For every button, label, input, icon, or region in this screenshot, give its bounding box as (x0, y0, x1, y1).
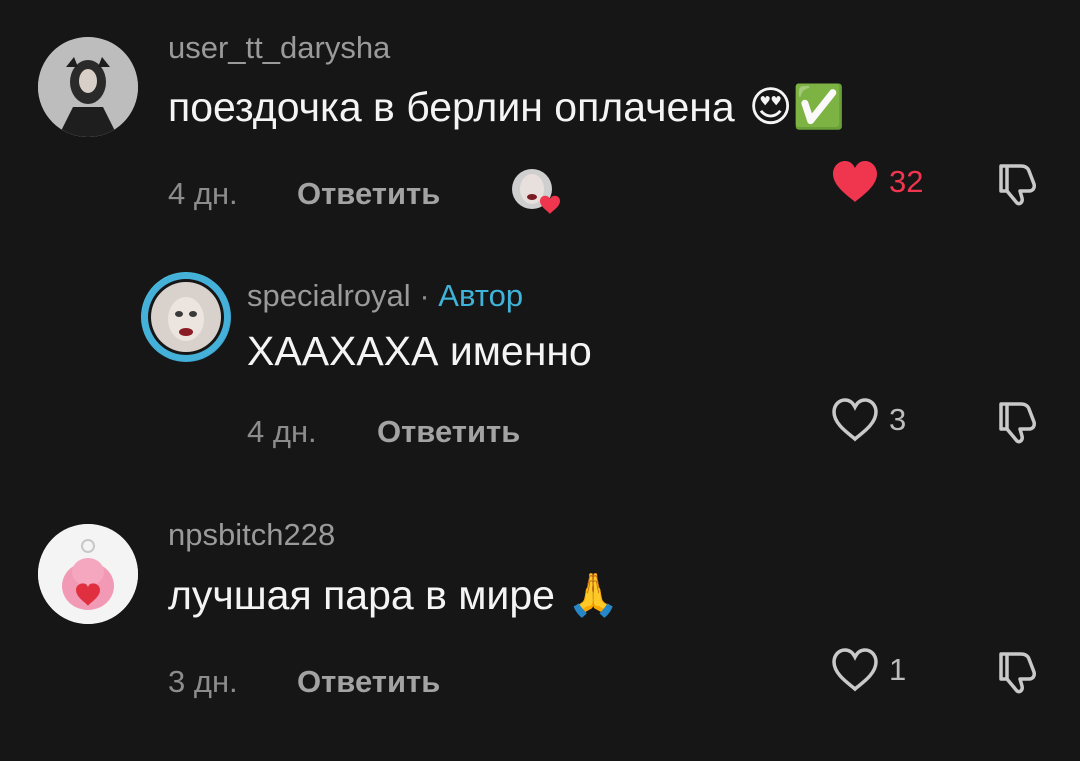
comment-time: 3 дн. (168, 664, 238, 699)
avatar-image (142, 273, 230, 361)
like-button[interactable]: 3 (831, 398, 906, 442)
comment-text: лучшая пара в мире 🙏 (168, 571, 619, 620)
reply-button[interactable]: Ответить (297, 176, 440, 212)
like-button[interactable]: 32 (831, 160, 923, 204)
author-badge: Автор (438, 278, 524, 313)
username-separator: · (410, 278, 439, 313)
avatar[interactable] (141, 272, 231, 362)
dislike-button[interactable] (993, 398, 1041, 451)
heart-outline-icon (832, 398, 878, 442)
comment-time: 4 дн. (247, 414, 317, 449)
avatar-image (38, 524, 138, 624)
comment-text-body: лучшая пара в мире (168, 572, 555, 618)
comment-username-line: specialroyal · Автор (247, 278, 523, 314)
comment-text-body: ХААХАХА именно (247, 328, 592, 374)
emoji-heart-eyes-check: 😍✅ (748, 83, 845, 130)
avatar[interactable] (38, 37, 138, 137)
reply-button[interactable]: Ответить (377, 414, 520, 450)
like-count: 1 (889, 652, 907, 687)
heart-filled-icon (833, 161, 877, 202)
avatar[interactable] (38, 524, 138, 624)
thumbs-down-icon (999, 652, 1036, 694)
comment-username[interactable]: npsbitch228 (168, 517, 335, 553)
emoji-folded-hands: 🙏 (566, 571, 620, 618)
liked-by-creator-badge (510, 167, 562, 215)
like-button[interactable]: 1 (831, 648, 906, 692)
heart-outline-icon (832, 648, 878, 692)
like-count: 32 (889, 164, 924, 199)
reply-button[interactable]: Ответить (297, 664, 440, 700)
dislike-button[interactable] (993, 648, 1041, 701)
comment-text: ХААХАХА именно (247, 328, 592, 375)
like-count: 3 (889, 402, 907, 437)
creator-avatar-icon (512, 169, 560, 214)
comment-time: 4 дн. (168, 176, 238, 211)
comment-text: поездочка в берлин оплачена 😍✅ (168, 82, 845, 132)
dislike-button[interactable] (993, 160, 1041, 213)
comment-text-body: поездочка в берлин оплачена (168, 83, 735, 130)
avatar-image (38, 37, 138, 137)
thumbs-down-icon (999, 402, 1036, 444)
thumbs-down-icon (999, 164, 1036, 206)
comment-username[interactable]: user_tt_darysha (168, 30, 390, 66)
comment-username[interactable]: specialroyal (247, 278, 411, 313)
